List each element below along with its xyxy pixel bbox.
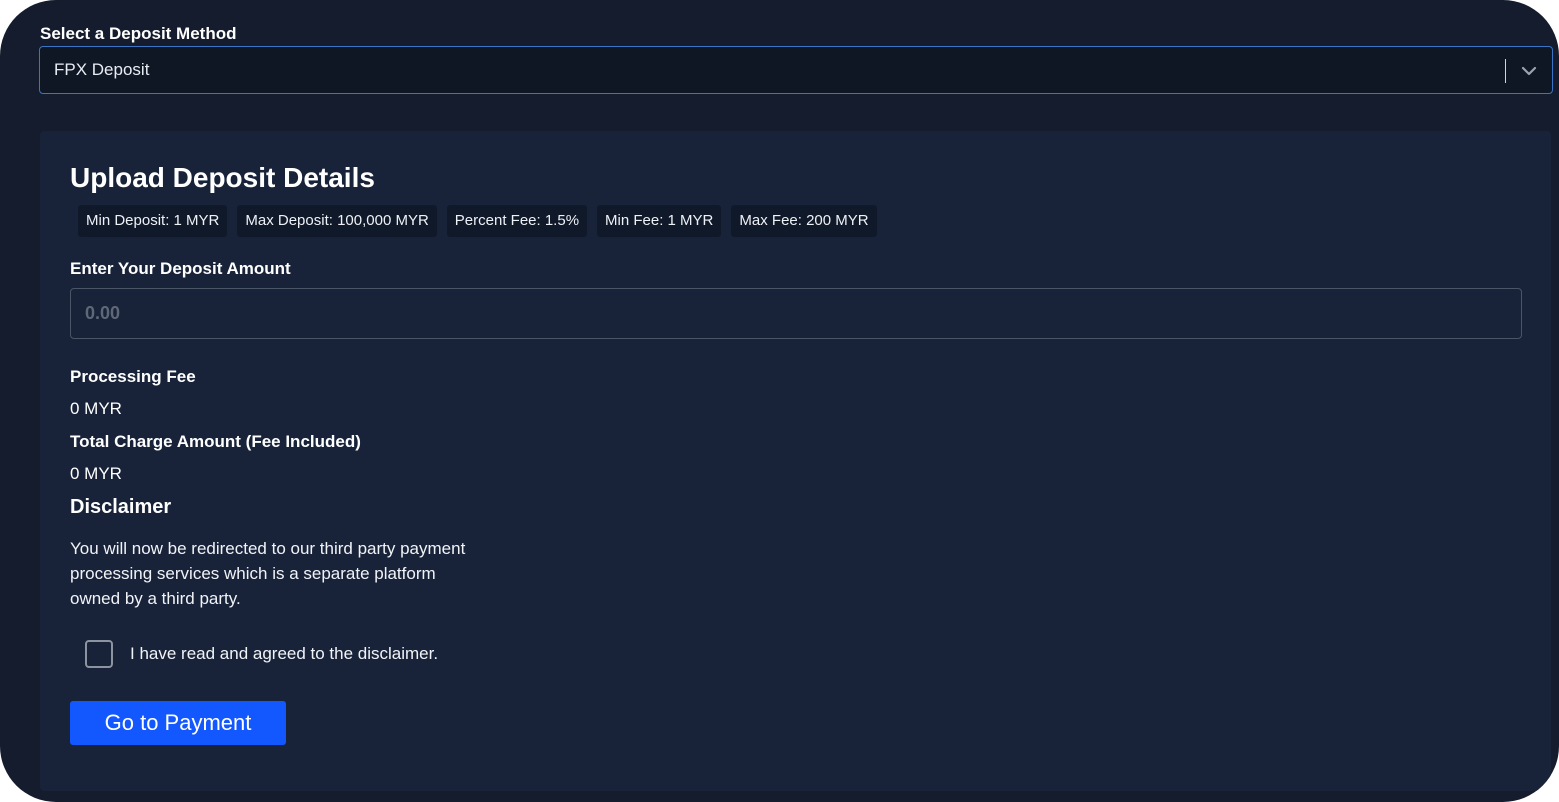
min-deposit-badge: Min Deposit: 1 MYR: [78, 205, 228, 237]
select-divider: [1505, 59, 1506, 83]
total-charge-label: Total Charge Amount (Fee Included): [70, 432, 361, 451]
go-to-payment-button[interactable]: Go to Payment: [70, 701, 286, 745]
disclaimer-text: You will now be redirected to our third …: [70, 539, 466, 608]
disclaimer-agreement: I have read and agreed to the disclaimer…: [85, 640, 438, 668]
percent-fee-badge: Percent Fee: 1.5%: [446, 205, 588, 237]
deposit-amount-label: Enter Your Deposit Amount: [70, 259, 291, 278]
deposit-method-label: Select a Deposit Method: [40, 24, 237, 43]
deposit-method-select[interactable]: FPX Deposit: [39, 46, 1553, 94]
min-fee-badge: Min Fee: 1 MYR: [597, 205, 722, 237]
processing-fee-value: 0 MYR: [70, 399, 122, 418]
max-fee-badge: Max Fee: 200 MYR: [731, 205, 877, 237]
panel-title: Upload Deposit Details: [70, 162, 375, 193]
chevron-down-icon[interactable]: [1519, 61, 1539, 81]
agree-checkbox[interactable]: [85, 640, 113, 668]
agree-checkbox-label[interactable]: I have read and agreed to the disclaimer…: [130, 644, 438, 664]
max-deposit-badge: Max Deposit: 100,000 MYR: [237, 205, 437, 237]
processing-fee-label: Processing Fee: [70, 367, 196, 386]
disclaimer-title: Disclaimer: [70, 496, 172, 518]
limits-list: Min Deposit: 1 MYR Max Deposit: 100,000 …: [78, 205, 877, 237]
total-charge-value: 0 MYR: [70, 464, 122, 483]
deposit-details-panel: Upload Deposit Details Min Deposit: 1 MY…: [40, 131, 1551, 791]
deposit-amount-input[interactable]: [70, 288, 1522, 339]
deposit-method-selected-value: FPX Deposit: [54, 60, 150, 79]
deposit-page: Select a Deposit Method FPX Deposit Uplo…: [0, 0, 1559, 802]
